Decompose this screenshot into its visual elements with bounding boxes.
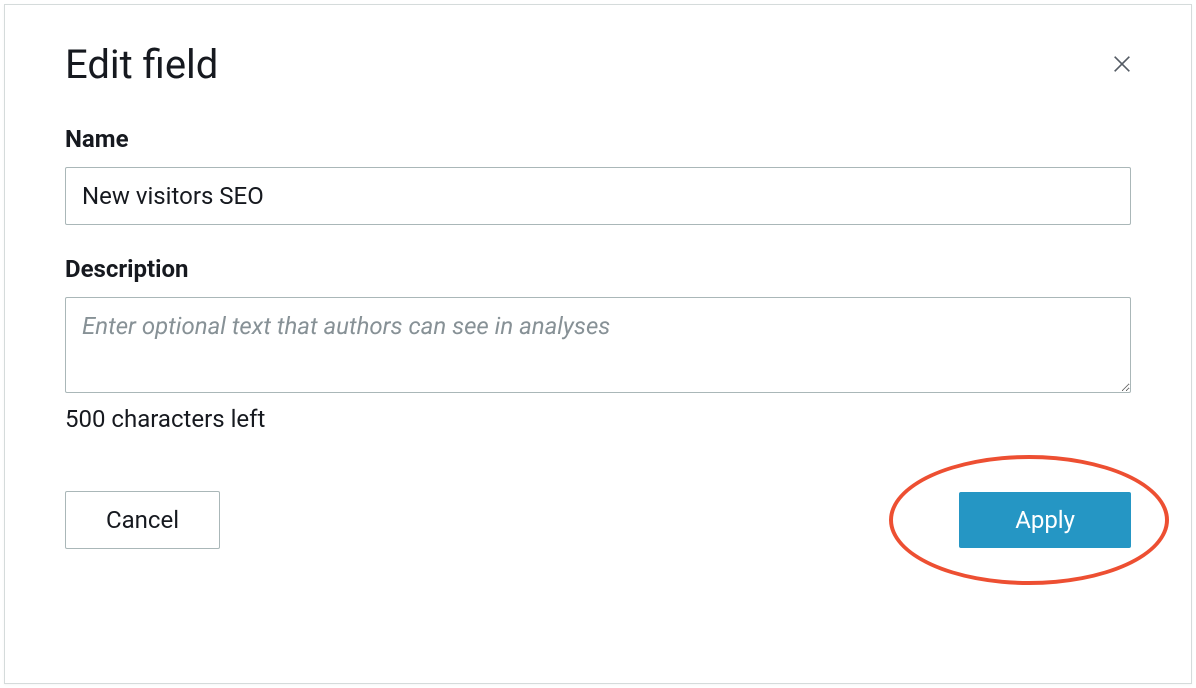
dialog-title: Edit field (65, 43, 218, 87)
description-label: Description (65, 255, 1131, 283)
apply-button[interactable]: Apply (959, 492, 1131, 548)
dialog-footer: Cancel Apply (65, 491, 1131, 549)
close-button[interactable] (1105, 47, 1139, 84)
close-icon (1111, 53, 1133, 75)
name-label: Name (65, 125, 1131, 153)
characters-left-text: 500 characters left (65, 405, 1131, 433)
description-textarea[interactable] (65, 297, 1131, 393)
dialog-header: Edit field (65, 43, 1131, 87)
name-input[interactable] (65, 167, 1131, 225)
name-field-group: Name (65, 125, 1131, 225)
cancel-button[interactable]: Cancel (65, 491, 220, 549)
edit-field-dialog: Edit field Name Description 500 characte… (4, 4, 1192, 684)
description-field-group: Description 500 characters left (65, 255, 1131, 433)
